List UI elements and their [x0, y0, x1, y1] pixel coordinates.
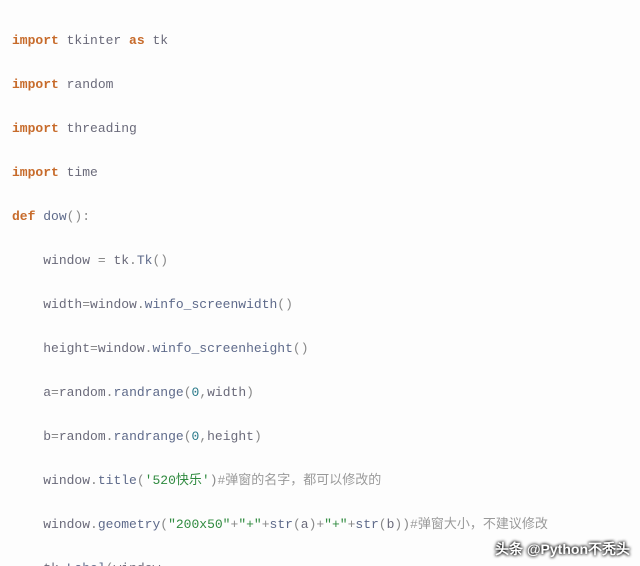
code-line: window.geometry("200x50"+"+"+str(a)+"+"+… — [12, 514, 628, 536]
code-line: b=random.randrange(0,height) — [12, 426, 628, 448]
code-line: width=window.winfo_screenwidth() — [12, 294, 628, 316]
code-line: import random — [12, 74, 628, 96]
code-line: window = tk.Tk() — [12, 250, 628, 272]
code-block: import tkinter as tk import random impor… — [0, 0, 640, 566]
code-line: import tkinter as tk — [12, 30, 628, 52]
code-line: import threading — [12, 118, 628, 140]
code-line: a=random.randrange(0,width) — [12, 382, 628, 404]
code-line: height=window.winfo_screenheight() — [12, 338, 628, 360]
watermark-text: 头条 @Python不秃头 — [495, 538, 630, 560]
code-line: def dow(): — [12, 206, 628, 228]
code-line: import time — [12, 162, 628, 184]
code-line: window.title('520快乐')#弹窗的名字，都可以修改的 — [12, 470, 628, 492]
